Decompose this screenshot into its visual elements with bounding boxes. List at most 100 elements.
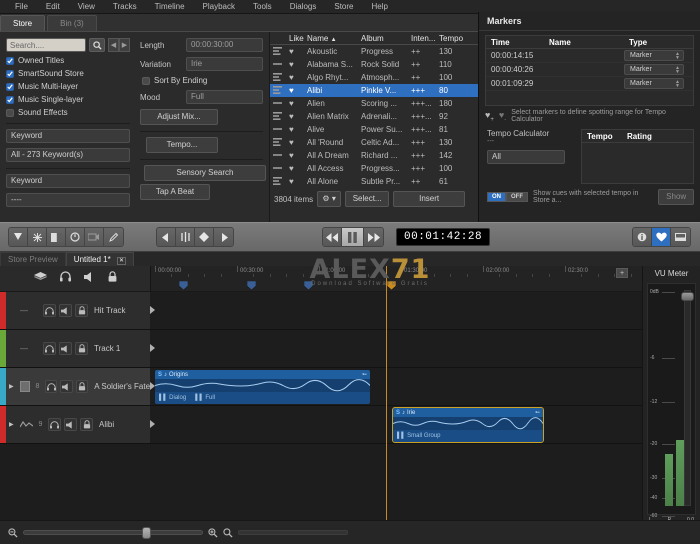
keyword-category-select[interactable]: Keyword (6, 129, 130, 143)
zoom-out-icon[interactable] (8, 527, 18, 538)
lock-icon[interactable] (75, 342, 88, 355)
track-lane[interactable] (150, 292, 642, 329)
timeline-clip[interactable]: S ♪ Irie ➳ ▌▌ Small Group (392, 407, 544, 443)
length-field[interactable]: 00:00:30:00 (186, 38, 263, 52)
menu-playback[interactable]: Playback (194, 0, 244, 14)
toggle-on-label[interactable]: ON (487, 192, 506, 202)
resize-arrow-icon[interactable]: ➳ (362, 371, 367, 378)
remove-marker-icon[interactable]: ♥- (499, 110, 506, 123)
timeline-track[interactable]: ▶ 9 Alibi S ♪ Irie ➳ ▌▌ Small Group (0, 406, 700, 444)
checkbox-sound-effects[interactable]: Sound Effects (6, 108, 130, 117)
marker-icon[interactable] (9, 228, 28, 246)
menu-timeline[interactable]: Timeline (146, 0, 194, 14)
disclosure-triangle-icon[interactable]: ▶ (9, 383, 17, 390)
keyword-category-2-select[interactable]: Keyword (6, 174, 130, 188)
add-track-button[interactable]: + (616, 268, 628, 278)
table-row[interactable]: ♥ All Alone Subtle Pr... ++ 61 (270, 175, 478, 188)
menu-help[interactable]: Help (363, 0, 397, 14)
menu-view[interactable]: View (69, 0, 104, 14)
solo-icon[interactable] (44, 380, 58, 393)
keyword-count-select[interactable]: All - 273 Keyword(s) (6, 148, 130, 162)
table-row[interactable]: ♥ Algo Rhyt... Atmosph... ++ 100 (270, 71, 478, 84)
menu-tools[interactable]: Tools (244, 0, 281, 14)
table-row[interactable]: ♥ All Access Progress... +++ 100 (270, 162, 478, 175)
track-lane[interactable]: S ♪ Origins ➳ ▌▌ Dialog ▌▌ Full (150, 368, 642, 405)
heart-icon[interactable]: ♥ (286, 112, 304, 121)
track-header[interactable]: — Track 1 (6, 330, 150, 367)
heart-icon[interactable]: ♥ (286, 60, 304, 69)
zoom-in-icon[interactable] (208, 527, 218, 538)
heart-icon[interactable]: ♥ (286, 99, 304, 108)
track-lane[interactable]: S ♪ Irie ➳ ▌▌ Small Group (150, 406, 642, 443)
mute-icon[interactable] (59, 342, 72, 355)
select-button[interactable]: Select... (345, 191, 390, 207)
menu-file[interactable]: File (6, 0, 37, 14)
track-lane[interactable] (150, 330, 642, 367)
tempo-button[interactable]: Tempo... (146, 137, 218, 153)
track-thumb[interactable] (19, 381, 31, 392)
zoom-fit-icon[interactable] (223, 527, 233, 538)
table-row[interactable]: ♥ Alive Power Su... +++... 81 (270, 123, 478, 136)
fast-forward-icon[interactable] (364, 228, 383, 246)
table-row[interactable]: ♥ Alabama S... Rock Solid ++ 110 (270, 58, 478, 71)
step-forward-icon[interactable] (214, 228, 233, 246)
checkbox-owned-titles[interactable]: Owned Titles (6, 56, 130, 65)
col-like[interactable]: Like (286, 34, 304, 43)
track-name[interactable]: A Soldier's Fate (94, 382, 150, 391)
marker-type-select[interactable]: Marker ▲ ▼ (624, 50, 684, 61)
timer-icon[interactable] (66, 228, 85, 246)
timecode-display[interactable]: 00:01:42:28 (396, 228, 491, 246)
mute-icon[interactable] (64, 418, 77, 431)
info-icon[interactable] (633, 228, 652, 246)
col-type[interactable]: Type (624, 38, 693, 47)
mood-select[interactable]: Full (186, 90, 263, 104)
adjust-mix-button[interactable]: Adjust Mix... (140, 109, 218, 125)
menu-store[interactable]: Store (325, 0, 362, 14)
table-row[interactable]: ♥ All A Dream Richard ... +++ 142 (270, 149, 478, 162)
split-icon[interactable] (47, 228, 66, 246)
heart-icon[interactable]: ♥ (286, 86, 304, 95)
tempo-toggle[interactable]: ON OFF (487, 192, 528, 202)
timeline-track[interactable]: ▶ 8 A Soldier's Fate S ♪ Origins ➳ ▌▌ Di… (0, 368, 700, 406)
solo-icon[interactable] (48, 418, 61, 431)
marker-row[interactable]: 00:01:09:29 Marker ▲ ▼ (486, 77, 693, 91)
timeline-marker-flag[interactable] (246, 277, 257, 291)
playhead[interactable] (386, 266, 387, 520)
headphones-icon[interactable] (60, 271, 71, 282)
track-name[interactable]: Hit Track (94, 306, 126, 315)
col-rating[interactable]: Rating (622, 132, 693, 141)
col-name[interactable]: Name (544, 38, 624, 47)
heart-icon[interactable]: ♥ (286, 164, 304, 173)
search-button[interactable] (89, 38, 105, 52)
tap-a-beat-button[interactable]: Tap A Beat (140, 184, 210, 200)
pencil-icon[interactable] (104, 228, 123, 246)
heart-icon[interactable]: ♥ (286, 47, 304, 56)
timeline-track[interactable]: — Hit Track (0, 292, 700, 330)
sensory-search-button[interactable]: Sensory Search (144, 165, 266, 181)
resize-arrow-icon[interactable]: ➳ (535, 409, 540, 416)
zoom-slider[interactable] (23, 527, 203, 539)
table-row[interactable]: ♥ Akoustic Progress ++ 130 (270, 45, 478, 58)
table-row[interactable]: ♥ Alien Matrix Adrenali... +++... 92 (270, 110, 478, 123)
menu-tracks[interactable]: Tracks (104, 0, 146, 14)
beats-icon[interactable] (176, 228, 195, 246)
table-row[interactable]: ♥ Alibi Pinkle V... +++ 80 (270, 84, 478, 97)
track-header[interactable]: — Hit Track (6, 292, 150, 329)
heart-icon[interactable] (652, 228, 671, 246)
lock-icon[interactable] (80, 418, 93, 431)
show-button[interactable]: Show (658, 189, 694, 205)
mute-icon[interactable] (59, 304, 72, 317)
insert-button[interactable]: Insert (393, 191, 466, 207)
master-fader-track[interactable] (684, 290, 691, 506)
marker-row[interactable]: 00:00:40:26 Marker ▲ ▼ (486, 63, 693, 77)
col-time[interactable]: Time (486, 38, 544, 47)
variation-select[interactable]: Irie (186, 57, 263, 71)
add-marker-icon[interactable]: ♥+ (485, 110, 494, 123)
lock-icon[interactable] (75, 304, 88, 317)
mute-icon[interactable] (60, 380, 73, 393)
rewind-icon[interactable] (323, 228, 342, 246)
marker-type-select[interactable]: Marker ▲ ▼ (624, 64, 684, 75)
tab-store[interactable]: Store (0, 15, 46, 31)
lock-icon[interactable] (108, 271, 117, 282)
solo-icon[interactable] (43, 304, 56, 317)
